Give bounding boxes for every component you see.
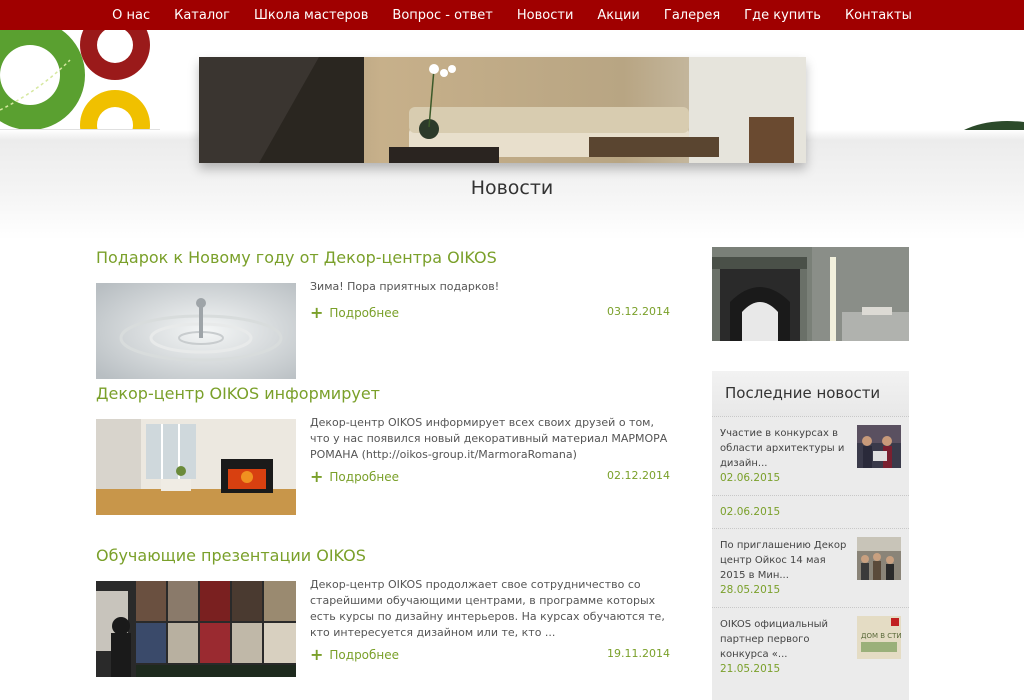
sidebar-news-item[interactable]: 02.06.2015 bbox=[712, 495, 909, 528]
sidebar-news-item[interactable]: OIKOS официальный партнер первого конкур… bbox=[712, 607, 909, 700]
article-image[interactable] bbox=[96, 581, 296, 677]
read-more-label: Подробнее bbox=[329, 469, 400, 484]
read-more-label: Подробнее bbox=[329, 647, 400, 662]
sidebar-news-date: 02.06.2015 bbox=[720, 472, 781, 484]
nav-item-contacts[interactable]: Контакты bbox=[845, 8, 912, 23]
nav-item-faq[interactable]: Вопрос - ответ bbox=[392, 8, 492, 23]
nav-item-about[interactable]: О нас bbox=[112, 8, 150, 23]
sidebar-news-text[interactable]: Участие в конкурсах в области архитектур… bbox=[720, 426, 848, 471]
article-image[interactable] bbox=[96, 283, 296, 379]
news-article: Обучающие презентации OIKOS Декор-центр … bbox=[96, 546, 670, 700]
sidebar-news-text[interactable]: OIKOS официальный партнер первого конкур… bbox=[720, 617, 848, 662]
sidebar-news-item[interactable]: Участие в конкурсах в области архитектур… bbox=[712, 416, 909, 495]
sidebar-news-thumbnail[interactable] bbox=[857, 537, 901, 580]
plus-icon: + bbox=[310, 303, 324, 322]
article-date: 02.12.2014 bbox=[607, 469, 670, 482]
sidebar-promo-image[interactable] bbox=[712, 247, 909, 341]
article-image[interactable] bbox=[96, 419, 296, 515]
decorative-arc-right bbox=[964, 121, 1024, 130]
nav-item-school[interactable]: Школа мастеров bbox=[254, 8, 368, 23]
header-banner-image bbox=[199, 57, 806, 163]
thumbnail-caption: ДОМ В СТИЛЕ «ЭКО» bbox=[861, 632, 901, 640]
sidebar-news-date: 02.06.2015 bbox=[720, 506, 781, 518]
article-date: 19.11.2014 bbox=[607, 647, 670, 660]
read-more-label: Подробнее bbox=[329, 305, 400, 320]
decorative-circles bbox=[0, 30, 160, 130]
plus-icon: + bbox=[310, 645, 324, 664]
top-navigation: О нас Каталог Школа мастеров Вопрос - от… bbox=[0, 0, 1024, 30]
sidebar-news-date: 28.05.2015 bbox=[720, 584, 781, 596]
article-excerpt: Зима! Пора приятных подарков! bbox=[310, 280, 500, 293]
nav-item-promotions[interactable]: Акции bbox=[597, 8, 640, 23]
read-more-link[interactable]: + Подробнее bbox=[310, 645, 399, 664]
sidebar-title: Последние новости bbox=[712, 371, 909, 416]
article-excerpt: Декор-центр OIKOS информирует всех своих… bbox=[310, 416, 668, 461]
sidebar-news-thumbnail[interactable] bbox=[857, 425, 901, 468]
sidebar-news-date: 21.05.2015 bbox=[720, 663, 781, 675]
nav-item-gallery[interactable]: Галерея bbox=[664, 8, 720, 23]
read-more-link[interactable]: + Подробнее bbox=[310, 467, 399, 486]
article-title[interactable]: Декор-центр OIKOS информирует bbox=[96, 384, 670, 403]
plus-icon: + bbox=[310, 467, 324, 486]
sidebar-news-item[interactable]: По приглашению Декор центр Ойкос 14 мая … bbox=[712, 528, 909, 607]
nav-item-news[interactable]: Новости bbox=[517, 8, 574, 23]
sidebar-news-thumbnail[interactable]: ДОМ В СТИЛЕ «ЭКО» bbox=[857, 616, 901, 659]
news-article: Подарок к Новому году от Декор-центра OI… bbox=[96, 248, 670, 380]
article-date: 03.12.2014 bbox=[607, 305, 670, 318]
article-title[interactable]: Подарок к Новому году от Декор-центра OI… bbox=[96, 248, 670, 267]
article-excerpt: Декор-центр OIKOS продолжает свое сотруд… bbox=[310, 578, 665, 639]
nav-item-where-to-buy[interactable]: Где купить bbox=[744, 8, 821, 23]
nav-item-catalog[interactable]: Каталог bbox=[174, 8, 230, 23]
latest-news-sidebar: Последние новости Участие в конкурсах в … bbox=[712, 371, 909, 700]
news-article: Декор-центр OIKOS информирует Декор-цент… bbox=[96, 384, 670, 516]
article-title[interactable]: Обучающие презентации OIKOS bbox=[96, 546, 670, 565]
read-more-link[interactable]: + Подробнее bbox=[310, 303, 399, 322]
page-title: Новости bbox=[470, 177, 554, 199]
sidebar-news-text[interactable]: По приглашению Декор центр Ойкос 14 мая … bbox=[720, 538, 848, 583]
